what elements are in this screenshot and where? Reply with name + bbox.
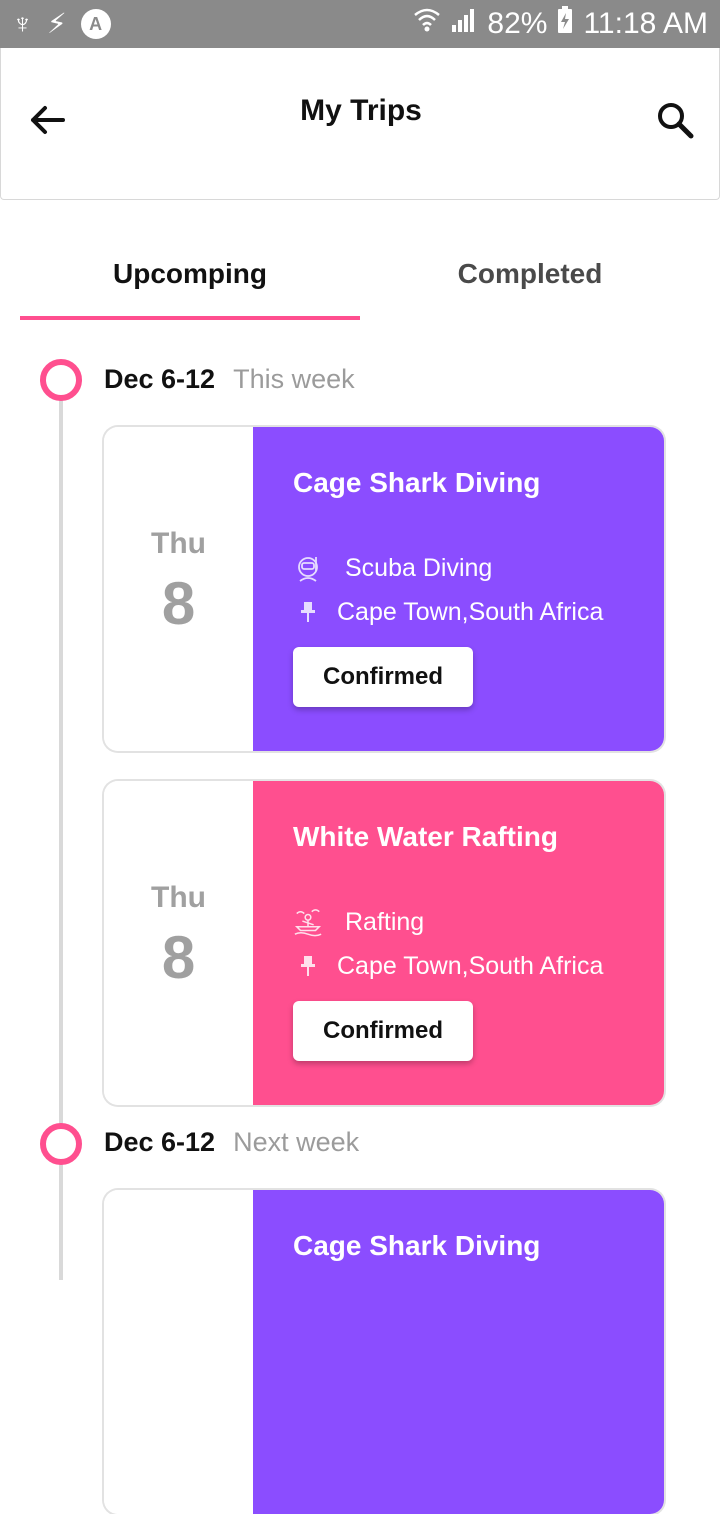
trip-status-button[interactable]: Confirmed [293, 647, 473, 707]
trip-weekday: Thu [151, 881, 206, 914]
trip-location: Cape Town,South Africa [293, 597, 603, 627]
trip-day-number: 8 [161, 924, 196, 991]
week-relative: This week [233, 364, 355, 394]
timeline-dot [40, 359, 82, 401]
tab-completed[interactable]: Completed [360, 230, 700, 318]
trip-day-number: 8 [161, 570, 196, 637]
trip-location: Cape Town,South Africa [293, 951, 603, 981]
trip-info: Cage Shark Diving Scuba Diving Cape Town… [253, 427, 664, 751]
trip-activity: Rafting [293, 907, 424, 937]
trip-date: Thu 8 [104, 427, 253, 751]
wifi-icon [413, 7, 441, 41]
search-button[interactable] [653, 98, 697, 142]
week-header: Dec 6-12 This week [104, 364, 355, 395]
trip-date: Thu 8 [104, 781, 253, 1105]
trip-title: Cage Shark Diving [293, 467, 541, 498]
trip-activity: Scuba Diving [293, 553, 492, 583]
trip-tabs: Upcomping Completed [20, 230, 700, 322]
trip-title: Cage Shark Diving [293, 1230, 541, 1261]
active-tab-indicator [20, 316, 360, 320]
pin-icon [293, 951, 323, 981]
clock: 11:18 AM [583, 7, 708, 40]
trip-activity-label: Rafting [345, 907, 425, 936]
rafting-icon [293, 907, 323, 937]
page-title: My Trips [300, 94, 422, 127]
signal-icon [451, 7, 477, 41]
trip-location-label: Cape Town,South Africa [337, 597, 604, 626]
battery-percent: 82% [487, 7, 548, 40]
trip-info: Cage Shark Diving [253, 1190, 664, 1514]
week-range: Dec 6-12 [104, 1127, 216, 1157]
app-notification-icon: A [80, 9, 111, 39]
trip-title: White Water Rafting [293, 821, 558, 852]
search-icon [658, 103, 694, 139]
trip-status-button[interactable]: Confirmed [293, 1001, 473, 1061]
week-header: Dec 6-12 Next week [104, 1127, 359, 1158]
timeline-dot [40, 1123, 82, 1165]
trip-weekday: Thu [151, 527, 206, 560]
trip-activity-label: Scuba Diving [345, 553, 493, 582]
pin-icon [293, 597, 323, 627]
status-bar-system: 82% 11:18 AM [413, 6, 708, 42]
trip-card[interactable]: Thu 8 Cage Shark Diving Scuba Diving Cap… [104, 427, 664, 751]
trip-card[interactable]: Thu 8 White Water Rafting Rafting Cape T… [104, 781, 664, 1105]
week-relative: Next week [233, 1127, 360, 1157]
charging-bolt-icon: ⚡ [47, 8, 67, 39]
scuba-diver-icon [293, 553, 323, 583]
tab-upcoming[interactable]: Upcomping [20, 230, 360, 318]
week-range: Dec 6-12 [104, 364, 216, 394]
usb-icon: ♆ [12, 8, 33, 39]
trip-card[interactable]: Cage Shark Diving [104, 1190, 664, 1514]
status-bar: ♆ ⚡ A 82% 11:18 AM [0, 0, 720, 48]
trip-date [104, 1190, 253, 1514]
trip-location-label: Cape Town,South Africa [337, 951, 604, 980]
status-bar-notifications: ♆ ⚡ A [12, 6, 111, 42]
trip-info: White Water Rafting Rafting Cape Town,So… [253, 781, 664, 1105]
battery-icon [557, 6, 573, 42]
app-header: My Trips [0, 48, 720, 200]
